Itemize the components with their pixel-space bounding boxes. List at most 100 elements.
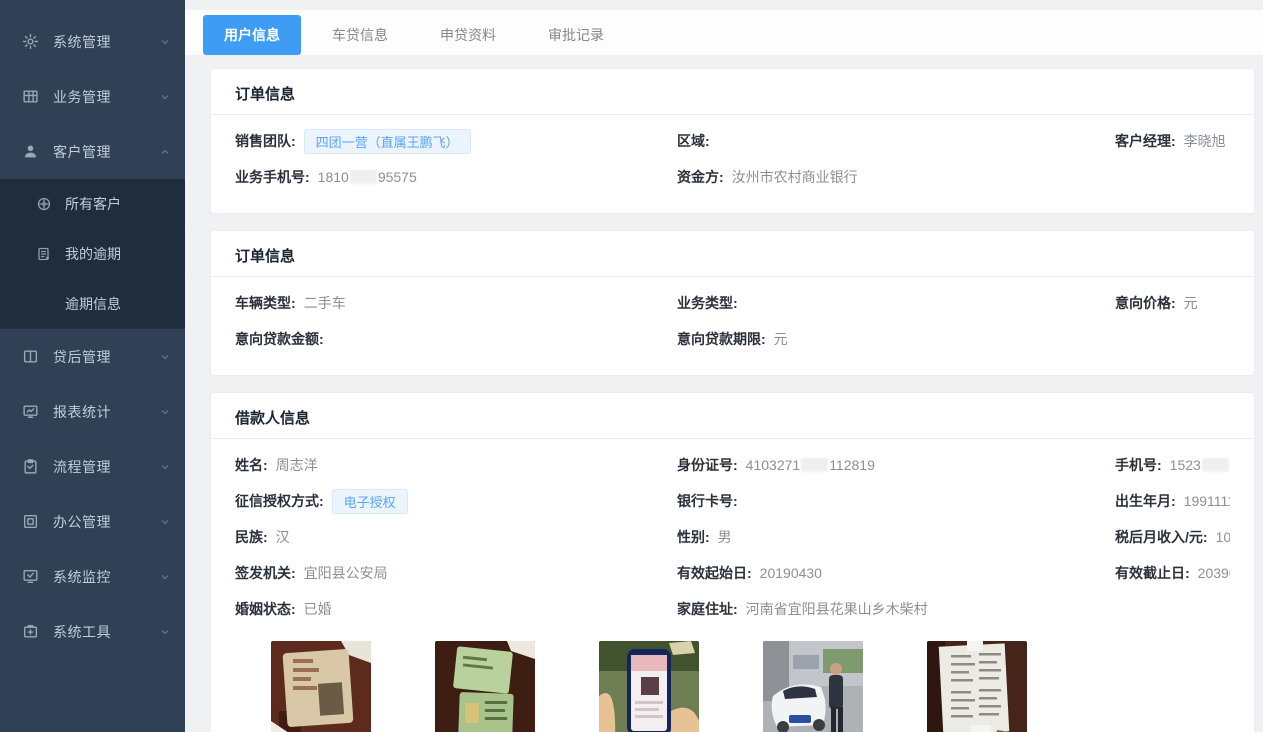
square-icon bbox=[22, 513, 39, 530]
field-vehicle-type: 车辆类型: 二手车 bbox=[235, 285, 677, 321]
customer-management-submenu: 所有客户 我的逾期 逾期信息 bbox=[0, 179, 185, 329]
chevron-down-icon bbox=[159, 461, 171, 473]
notebook-icon bbox=[36, 246, 52, 262]
content-area: 订单信息 销售团队: 四团一营（直属王鹏飞） 区域: 客户经理: bbox=[185, 56, 1263, 732]
field-region: 区域: bbox=[677, 123, 1115, 159]
chevron-up-icon bbox=[159, 146, 171, 158]
sidebar-item-label: 流程管理 bbox=[53, 457, 159, 477]
field-marital-status: 婚姻状态: 已婚 bbox=[235, 591, 677, 627]
field-intent-loan-term: 意向贷款期限: 元 bbox=[677, 321, 1115, 357]
field-intent-loan-amount: 意向贷款金额: bbox=[235, 321, 677, 357]
sidebar-item-label: 系统管理 bbox=[53, 32, 159, 52]
field-home-address: 家庭住址: 河南省宜阳县花果山乡木柴村 bbox=[677, 591, 1115, 627]
field-credit-auth-method: 征信授权方式: 电子授权 bbox=[235, 483, 677, 519]
sales-team-tag[interactable]: 四团一营（直属王鹏飞） bbox=[304, 129, 471, 154]
sidebar-item-office-management[interactable]: 办公管理 bbox=[0, 494, 185, 549]
photo-item: 其他材料 bbox=[927, 641, 1027, 732]
redaction-mask bbox=[350, 170, 377, 184]
chevron-down-icon bbox=[159, 571, 171, 583]
redaction-mask bbox=[801, 458, 828, 472]
sidebar-item-customer-management[interactable]: 客户管理 bbox=[0, 124, 185, 179]
document-photo[interactable] bbox=[927, 641, 1027, 732]
field-monthly-income: 税后月收入/元: 10000 bbox=[1115, 519, 1230, 555]
sidebar-item-system-monitor[interactable]: 系统监控 bbox=[0, 549, 185, 604]
sidebar-item-label: 系统监控 bbox=[53, 567, 159, 587]
photo-item: 人车合影 bbox=[763, 641, 863, 732]
field-valid-from: 有效起始日: 20190430 bbox=[677, 555, 1115, 591]
field-name: 姓名: 周志洋 bbox=[235, 447, 677, 483]
person-car-photo[interactable] bbox=[763, 641, 863, 732]
chevron-down-icon bbox=[159, 36, 171, 48]
chevron-down-icon bbox=[159, 516, 171, 528]
sidebar-item-label: 报表统计 bbox=[53, 402, 159, 422]
sidebar-item-label: 我的逾期 bbox=[65, 244, 121, 264]
sidebar-item-process-management[interactable]: 流程管理 bbox=[0, 439, 185, 494]
photo-item: 授权码照 bbox=[599, 641, 699, 732]
license-photo[interactable] bbox=[435, 641, 535, 732]
chevron-down-icon bbox=[159, 626, 171, 638]
main-area: 用户信息 车贷信息 申贷资料 审批记录 订单信息 销售团队: 四团一营（直属王鹏… bbox=[185, 0, 1263, 732]
credit-auth-tag[interactable]: 电子授权 bbox=[332, 489, 408, 514]
sidebar-item-label: 办公管理 bbox=[53, 512, 159, 532]
grid-icon bbox=[22, 88, 39, 105]
chevron-down-icon bbox=[159, 406, 171, 418]
borrower-info-card: 借款人信息 姓名: 周志洋 身份证号: 4103271112819 手机号: bbox=[210, 392, 1255, 732]
chevron-down-icon bbox=[159, 351, 171, 363]
tab-approval-records[interactable]: 审批记录 bbox=[527, 15, 625, 55]
monitor-icon bbox=[22, 403, 39, 420]
sidebar-item-label: 所有客户 bbox=[65, 194, 121, 214]
chevron-down-icon bbox=[159, 91, 171, 103]
field-gender: 性别: 男 bbox=[677, 519, 1115, 555]
auth-qr-photo[interactable] bbox=[599, 641, 699, 732]
redaction-mask bbox=[1202, 458, 1229, 472]
monitor-check-icon bbox=[22, 568, 39, 585]
field-mobile-phone: 手机号: 15236137 bbox=[1115, 447, 1230, 483]
borrower-photos: 身份证 驾驶证照片 授权码照 bbox=[271, 641, 1230, 732]
field-bank-card: 银行卡号: bbox=[677, 483, 1115, 519]
toolbox-icon bbox=[22, 623, 39, 640]
sidebar-item-postloan-management[interactable]: 贷后管理 bbox=[0, 329, 185, 384]
sidebar-item-label: 客户管理 bbox=[53, 142, 159, 162]
id-card-photo[interactable] bbox=[271, 641, 371, 732]
field-intent-price: 意向价格: 元 bbox=[1115, 285, 1230, 321]
sidebar-item-label: 贷后管理 bbox=[53, 347, 159, 367]
field-business-type: 业务类型: bbox=[677, 285, 1115, 321]
sidebar-item-report-statistics[interactable]: 报表统计 bbox=[0, 384, 185, 439]
sidebar-item-label: 系统工具 bbox=[53, 622, 159, 642]
field-valid-to: 有效截止日: 20390430 bbox=[1115, 555, 1230, 591]
field-issuing-authority: 签发机关: 宜阳县公安局 bbox=[235, 555, 677, 591]
field-business-phone: 业务手机号: 181095575 bbox=[235, 159, 677, 195]
detail-tabbar: 用户信息 车贷信息 申贷资料 审批记录 bbox=[185, 10, 1263, 56]
sidebar-item-system-tools[interactable]: 系统工具 bbox=[0, 604, 185, 659]
card-title: 订单信息 bbox=[211, 69, 1254, 115]
book-icon bbox=[22, 348, 39, 365]
card-title: 借款人信息 bbox=[211, 393, 1254, 439]
sidebar-item-overdue-info[interactable]: 逾期信息 bbox=[0, 279, 185, 329]
sidebar-item-business-management[interactable]: 业务管理 bbox=[0, 69, 185, 124]
gear-icon bbox=[22, 33, 39, 50]
field-sales-team: 销售团队: 四团一营（直属王鹏飞） bbox=[235, 123, 677, 159]
sidebar-item-label: 业务管理 bbox=[53, 87, 159, 107]
order-info-card-1: 订单信息 销售团队: 四团一营（直属王鹏飞） 区域: 客户经理: bbox=[210, 68, 1255, 214]
tab-user-info[interactable]: 用户信息 bbox=[203, 15, 301, 55]
tab-car-loan-info[interactable]: 车贷信息 bbox=[311, 15, 409, 55]
user-icon bbox=[22, 143, 39, 160]
clipboard-icon bbox=[22, 458, 39, 475]
sidebar-item-all-customers[interactable]: 所有客户 bbox=[0, 179, 185, 229]
wheel-icon bbox=[36, 196, 52, 212]
photo-item: 驾驶证照片 bbox=[435, 641, 535, 732]
sidebar: 系统管理 业务管理 客户管理 所有客户 我的逾期 逾期信息 bbox=[0, 0, 185, 732]
field-id-number: 身份证号: 4103271112819 bbox=[677, 447, 1115, 483]
sidebar-item-my-overdue[interactable]: 我的逾期 bbox=[0, 229, 185, 279]
card-title: 订单信息 bbox=[211, 231, 1254, 277]
tab-loan-application-docs[interactable]: 申贷资料 bbox=[419, 15, 517, 55]
order-info-card-2: 订单信息 车辆类型: 二手车 业务类型: 意向价格: 元 bbox=[210, 230, 1255, 376]
field-funder: 资金方: 汝州市农村商业银行 bbox=[677, 159, 1115, 195]
field-customer-manager: 客户经理: 李晓旭 bbox=[1115, 123, 1230, 159]
photo-item: 身份证 bbox=[271, 641, 371, 732]
app-window: 系统管理 业务管理 客户管理 所有客户 我的逾期 逾期信息 bbox=[0, 0, 1263, 732]
sidebar-item-system-management[interactable]: 系统管理 bbox=[0, 14, 185, 69]
field-ethnicity: 民族: 汉 bbox=[235, 519, 677, 555]
sidebar-item-label: 逾期信息 bbox=[65, 294, 121, 314]
field-birth-date: 出生年月: 19911111 bbox=[1115, 483, 1230, 519]
